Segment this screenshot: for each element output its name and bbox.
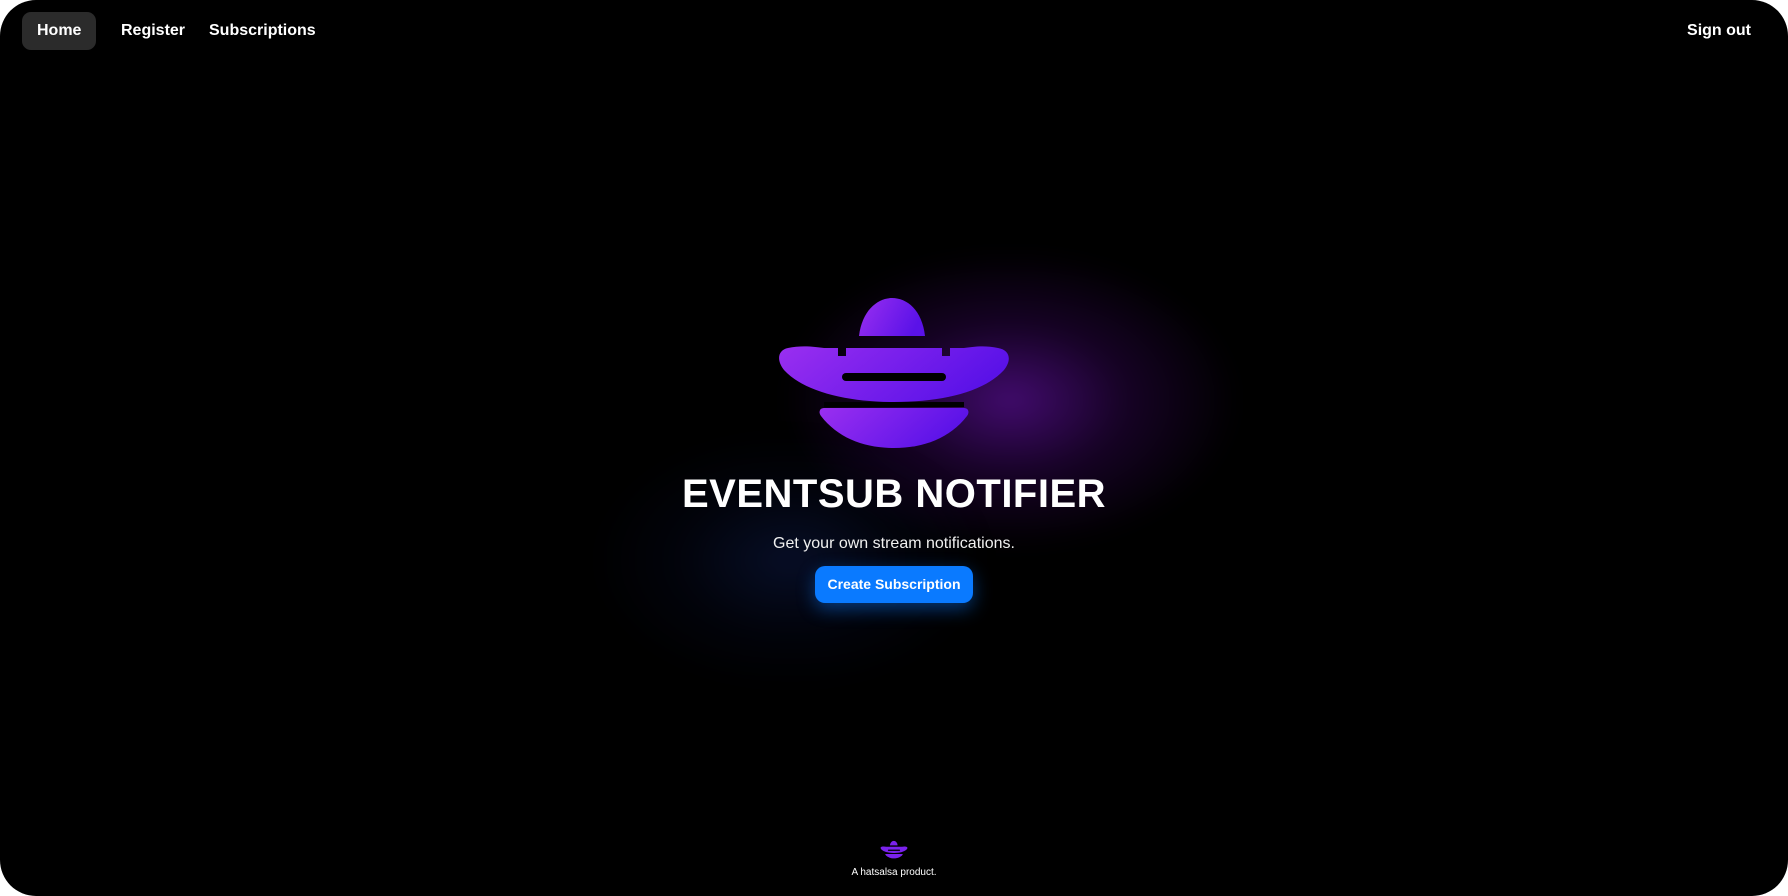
top-navigation: Home Register Subscriptions Sign out: [22, 12, 1766, 50]
nav-home[interactable]: Home: [22, 12, 97, 50]
sign-out-link[interactable]: Sign out: [1672, 12, 1766, 50]
footer-logo-icon: [880, 838, 908, 862]
sombrero-logo-icon: [774, 296, 1014, 456]
page-title: EVENTSUB NOTIFIER: [681, 472, 1107, 516]
app-window: Home Register Subscriptions Sign out EVE…: [0, 0, 1788, 896]
nav-register[interactable]: Register: [106, 12, 200, 50]
tagline: Get your own stream notifications.: [773, 535, 1015, 552]
create-subscription-button[interactable]: Create Subscription: [815, 566, 973, 603]
background-glow-blue: [590, 430, 990, 690]
nav-subscriptions[interactable]: Subscriptions: [194, 12, 331, 50]
footer-credit: A hatsalsa product.: [851, 867, 937, 878]
